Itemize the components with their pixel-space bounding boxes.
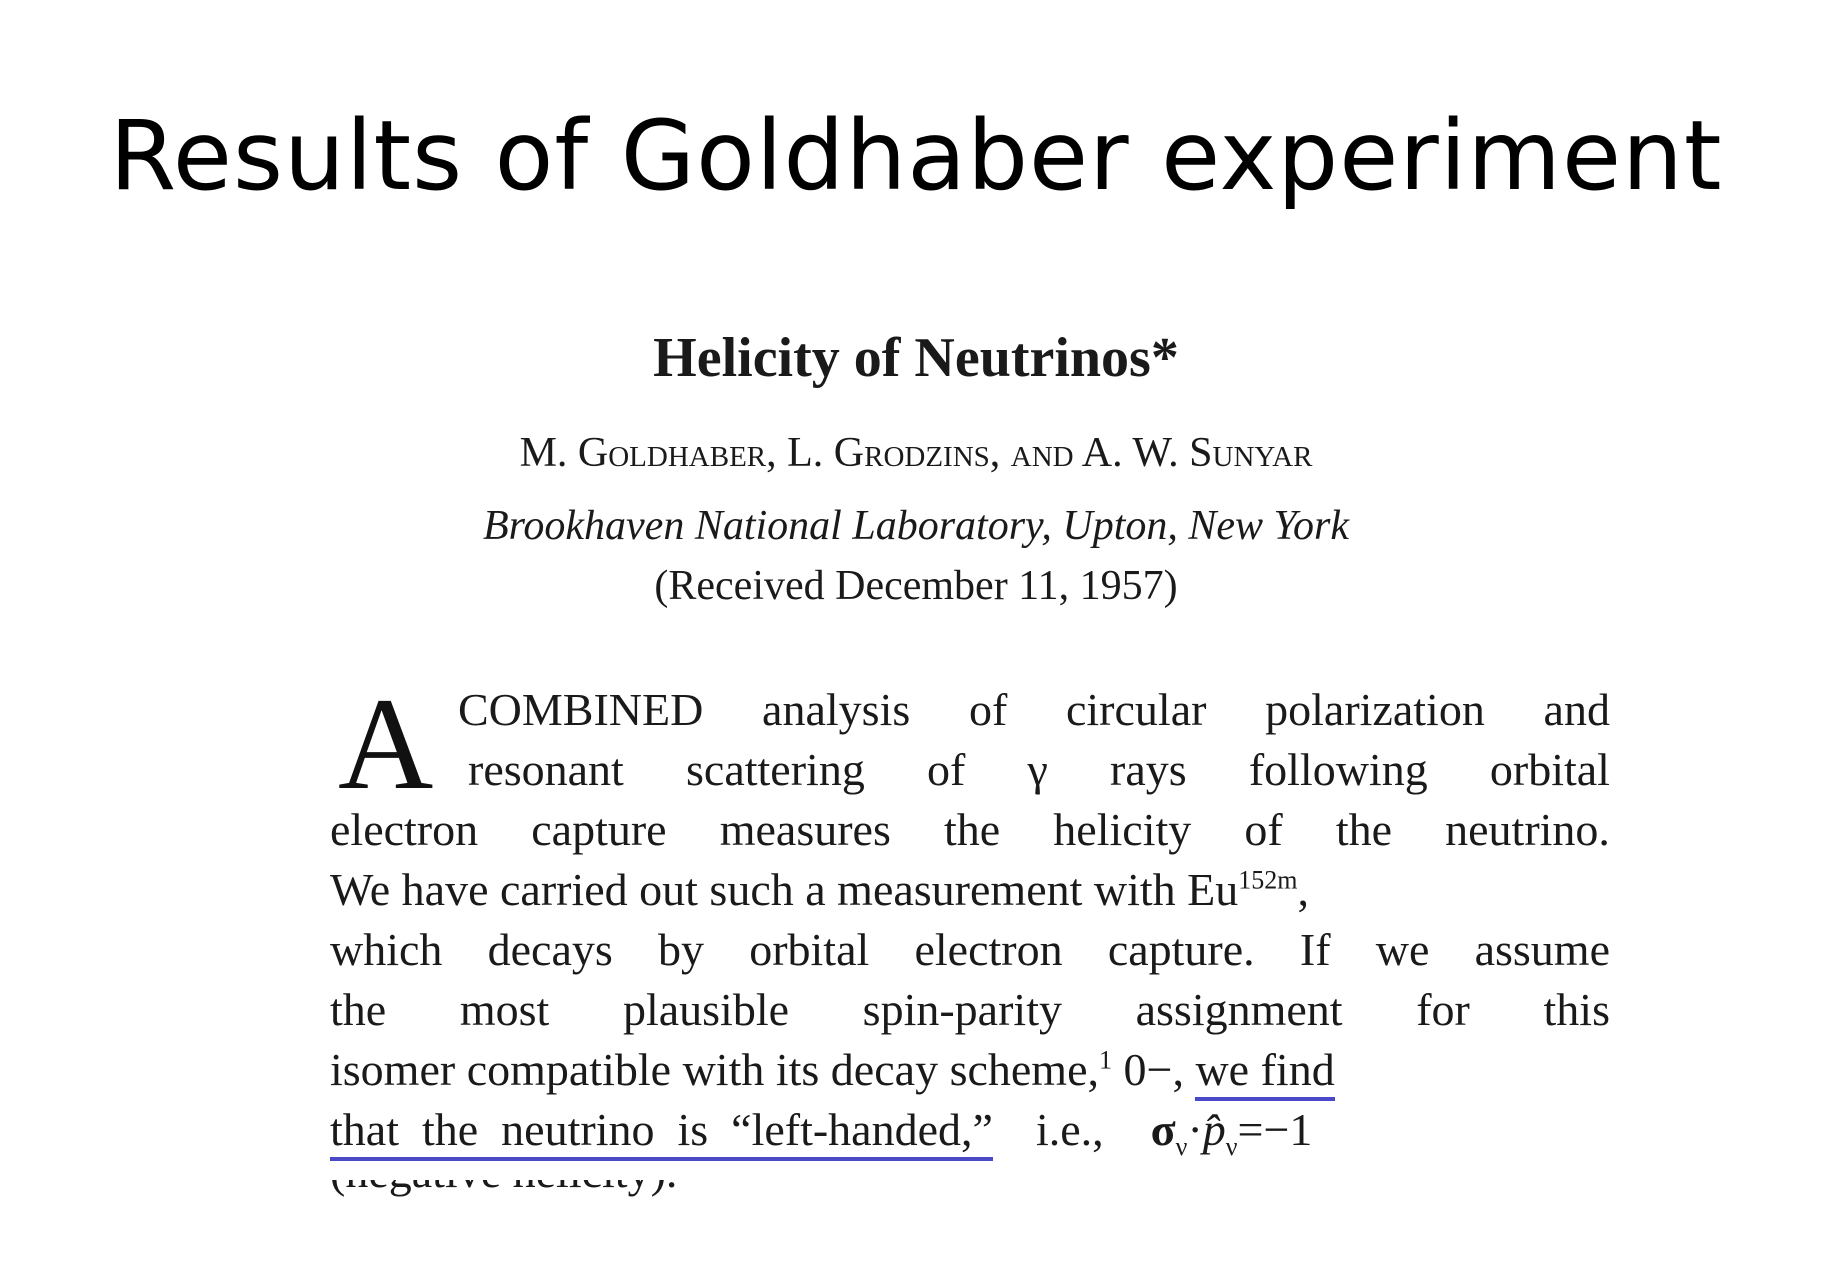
abstract: A COMBINED analysis of circular polarization… <box>330 680 1610 1200</box>
line-4-comma: , <box>1297 864 1310 915</box>
word: neutrino. <box>1445 804 1610 855</box>
ie-text: i.e., <box>1035 1104 1104 1155</box>
word: decays <box>487 924 613 975</box>
word: assume <box>1474 924 1610 975</box>
word: polarization <box>1265 684 1485 735</box>
helicity-value: =−1 <box>1237 1104 1313 1155</box>
sigma-symbol: σ <box>1150 1104 1176 1155</box>
p-hat-symbol: p̂ <box>1202 1104 1226 1155</box>
word: for <box>1416 984 1470 1035</box>
word: spin-parity <box>862 984 1062 1035</box>
word: which <box>330 924 443 975</box>
word: we <box>1375 924 1430 975</box>
spin-parity-value: 0−, <box>1112 1044 1196 1095</box>
dot-operator: · <box>1187 1104 1203 1155</box>
abstract-line-5: which decays by orbital electron capture. If we… <box>330 920 1610 980</box>
word: this <box>1543 984 1610 1035</box>
paper-authors: M. Goldhaber, L. Grodzins, and A. W. Sun… <box>519 430 1313 476</box>
abstract-line-8: that the neutrino is “left-handed,” i.e.… <box>330 1100 1610 1162</box>
word: the <box>330 984 387 1035</box>
nu-subscript: ν <box>1175 1132 1188 1162</box>
word: electron <box>330 804 479 855</box>
word: the <box>1335 804 1393 855</box>
word: the <box>943 804 1001 855</box>
slide-title: Results of Goldhaber experiment <box>109 100 1723 212</box>
abstract-line-3: electron capture measures the helicity of the n… <box>330 800 1610 860</box>
word: COMBINED <box>458 684 704 735</box>
word: plausible <box>622 984 790 1035</box>
paper-affiliation: Brookhaven National Laboratory, Upton, N… <box>482 503 1350 549</box>
word: of <box>968 684 1008 735</box>
nu-subscript-2: ν <box>1225 1132 1238 1162</box>
abstract-line-4: We have carried out such a measurement w… <box>330 860 1610 920</box>
abstract-line-9-cutoff: (negative helicity). <box>330 1180 810 1200</box>
word: by <box>657 924 704 975</box>
word: assignment <box>1135 984 1343 1035</box>
line-7-text: isomer compatible with its decay scheme, <box>330 1044 1099 1095</box>
abstract-line-1: COMBINED analysis of circular polarization an… <box>458 680 1610 740</box>
word: analysis <box>762 684 911 735</box>
word: and <box>1543 684 1610 735</box>
abstract-line-6: the most plausible spin-parity assignment for… <box>330 980 1610 1040</box>
drop-cap: A <box>338 680 434 817</box>
word: of <box>927 744 966 795</box>
word: helicity <box>1053 804 1192 855</box>
word: γ <box>1027 744 1048 795</box>
footnote-ref: 1 <box>1099 1045 1112 1075</box>
line-4-text: We have carried out such a measurement w… <box>330 864 1239 915</box>
isotope-superscript: 152m <box>1238 865 1298 895</box>
highlighted-finding-part-2: that the neutrino is “left-handed,” <box>330 1104 993 1161</box>
word: measures <box>719 804 891 855</box>
abstract-line-7: isomer compatible with its decay scheme,… <box>330 1040 1610 1101</box>
word: scattering <box>686 744 865 795</box>
line-9-partial-text: (negative helicity). <box>330 1180 677 1200</box>
word: of <box>1244 804 1283 855</box>
word: rays <box>1110 744 1187 795</box>
word: following <box>1248 744 1428 795</box>
highlighted-finding-part-1: we find <box>1195 1044 1335 1101</box>
word: electron <box>914 924 1063 975</box>
abstract-line-2: resonant scattering of γ rays following orbita… <box>468 740 1610 800</box>
word: circular <box>1065 684 1207 735</box>
word: orbital <box>1489 744 1610 795</box>
word: capture. <box>1107 924 1255 975</box>
paper-title: Helicity of Neutrinos* <box>653 327 1179 389</box>
word: capture <box>531 804 667 855</box>
word: resonant <box>468 744 624 795</box>
paper-received: (Received December 11, 1957) <box>654 563 1178 609</box>
word: If <box>1299 924 1331 975</box>
word: orbital <box>749 924 870 975</box>
word: most <box>459 984 550 1035</box>
